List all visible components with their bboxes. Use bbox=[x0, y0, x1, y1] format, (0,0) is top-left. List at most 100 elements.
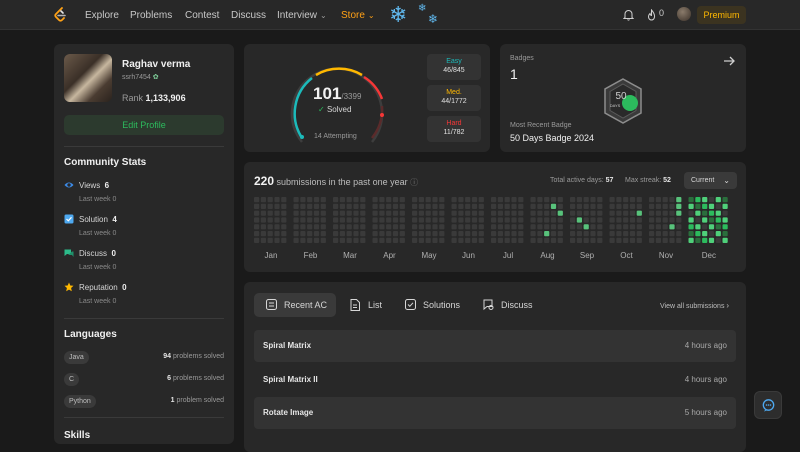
heatmap-cell[interactable] bbox=[300, 224, 306, 230]
heatmap-cell[interactable] bbox=[281, 197, 287, 203]
heatmap-cell[interactable] bbox=[458, 224, 464, 230]
heatmap-cell[interactable] bbox=[432, 217, 438, 223]
heatmap-cell[interactable] bbox=[465, 217, 471, 223]
heatmap-cell[interactable] bbox=[360, 224, 366, 230]
edit-profile-button[interactable]: Edit Profile bbox=[64, 115, 224, 135]
heatmap-cell[interactable] bbox=[550, 237, 557, 243]
heatmap-cell[interactable] bbox=[695, 237, 701, 243]
heatmap-cell[interactable] bbox=[346, 197, 352, 203]
heatmap-cell[interactable] bbox=[511, 217, 517, 223]
heatmap-cell[interactable] bbox=[590, 217, 596, 223]
heatmap-cell[interactable] bbox=[399, 197, 405, 203]
tab-list[interactable]: List bbox=[338, 293, 388, 317]
heatmap-cell[interactable] bbox=[544, 210, 550, 216]
heatmap-cell[interactable] bbox=[360, 217, 366, 223]
feedback-chat-button[interactable] bbox=[754, 391, 782, 419]
heatmap-cell[interactable] bbox=[623, 224, 629, 230]
heatmap-cell[interactable] bbox=[715, 224, 721, 230]
heatmap-cell[interactable] bbox=[260, 210, 266, 216]
heatmap-cell[interactable] bbox=[504, 203, 510, 209]
heatmap-cell[interactable] bbox=[649, 203, 655, 209]
heatmap-cell[interactable] bbox=[274, 210, 280, 216]
heatmap-cell[interactable] bbox=[655, 217, 661, 223]
heatmap-cell[interactable] bbox=[293, 237, 299, 243]
heatmap-cell[interactable] bbox=[708, 224, 715, 230]
heatmap-cell[interactable] bbox=[695, 197, 701, 203]
heatmap-cell[interactable] bbox=[339, 231, 345, 237]
heatmap-cell[interactable] bbox=[702, 237, 708, 243]
heatmap-cell[interactable] bbox=[372, 203, 378, 209]
heatmap-cell[interactable] bbox=[636, 203, 642, 209]
heatmap-cell[interactable] bbox=[267, 217, 273, 223]
heatmap-cell[interactable] bbox=[708, 237, 715, 243]
heatmap-cell[interactable] bbox=[590, 231, 596, 237]
heatmap-cell[interactable] bbox=[530, 231, 536, 237]
heatmap-cell[interactable] bbox=[669, 217, 675, 223]
heatmap-cell[interactable] bbox=[451, 210, 457, 216]
heatmap-cell[interactable] bbox=[708, 217, 715, 223]
heatmap-cell[interactable] bbox=[609, 217, 615, 223]
heatmap-cell[interactable] bbox=[254, 197, 260, 203]
heatmap-cell[interactable] bbox=[274, 217, 280, 223]
heatmap-cell[interactable] bbox=[418, 197, 424, 203]
heatmap-cell[interactable] bbox=[260, 203, 266, 209]
heatmap-cell[interactable] bbox=[491, 217, 497, 223]
heatmap-cell[interactable] bbox=[636, 231, 642, 237]
heatmap-cell[interactable] bbox=[550, 224, 557, 230]
heatmap-cell[interactable] bbox=[260, 197, 266, 203]
heatmap-cell[interactable] bbox=[399, 217, 405, 223]
arrow-right-icon[interactable] bbox=[723, 55, 736, 67]
heatmap-cell[interactable] bbox=[544, 237, 550, 243]
heatmap-cell[interactable] bbox=[386, 231, 392, 237]
heatmap-cell[interactable] bbox=[511, 197, 517, 203]
heatmap-cell[interactable] bbox=[609, 237, 615, 243]
heatmap-cell[interactable] bbox=[557, 197, 563, 203]
heatmap-cell[interactable] bbox=[629, 203, 636, 209]
heatmap-cell[interactable] bbox=[333, 231, 339, 237]
heatmap-cell[interactable] bbox=[504, 224, 510, 230]
heatmap-cell[interactable] bbox=[715, 217, 721, 223]
heatmap-cell[interactable] bbox=[688, 203, 694, 209]
heatmap-cell[interactable] bbox=[307, 197, 313, 203]
heatmap-cell[interactable] bbox=[715, 203, 721, 209]
heatmap-cell[interactable] bbox=[432, 197, 438, 203]
heatmap-cell[interactable] bbox=[722, 210, 728, 216]
heatmap-cell[interactable] bbox=[432, 203, 438, 209]
heatmap-cell[interactable] bbox=[676, 217, 682, 223]
heatmap-cell[interactable] bbox=[386, 224, 392, 230]
heatmap-cell[interactable] bbox=[392, 224, 399, 230]
heatmap-cell[interactable] bbox=[293, 231, 299, 237]
heatmap-cell[interactable] bbox=[281, 217, 287, 223]
heatmap-cell[interactable] bbox=[300, 231, 306, 237]
heatmap-cell[interactable] bbox=[333, 203, 339, 209]
heatmap-cell[interactable] bbox=[609, 231, 615, 237]
heatmap-cell[interactable] bbox=[530, 237, 536, 243]
heatmap-cell[interactable] bbox=[465, 210, 471, 216]
heatmap-cell[interactable] bbox=[722, 197, 728, 203]
heatmap-cell[interactable] bbox=[557, 210, 563, 216]
heatmap-cell[interactable] bbox=[439, 197, 445, 203]
heatmap-cell[interactable] bbox=[662, 197, 668, 203]
heatmap-cell[interactable] bbox=[583, 210, 589, 216]
heatmap-cell[interactable] bbox=[518, 224, 524, 230]
heatmap-cell[interactable] bbox=[379, 237, 385, 243]
heatmap-cell[interactable] bbox=[497, 217, 503, 223]
recent-badge-name[interactable]: 50 Days Badge 2024 bbox=[510, 133, 594, 143]
heatmap-cell[interactable] bbox=[583, 224, 589, 230]
nav-explore[interactable]: Explore bbox=[85, 10, 119, 21]
heatmap-cell[interactable] bbox=[655, 197, 661, 203]
heatmap-cell[interactable] bbox=[353, 210, 359, 216]
heatmap-cell[interactable] bbox=[471, 210, 478, 216]
heatmap-cell[interactable] bbox=[597, 224, 603, 230]
submission-row[interactable]: Spiral Matrix 4 hours ago bbox=[254, 330, 736, 362]
heatmap-cell[interactable] bbox=[313, 210, 320, 216]
heatmap-cell[interactable] bbox=[425, 210, 431, 216]
heatmap-cell[interactable] bbox=[649, 217, 655, 223]
heatmap-cell[interactable] bbox=[629, 217, 636, 223]
heatmap-cell[interactable] bbox=[518, 210, 524, 216]
heatmap-cell[interactable] bbox=[293, 217, 299, 223]
heatmap-cell[interactable] bbox=[392, 237, 399, 243]
heatmap-cell[interactable] bbox=[392, 203, 399, 209]
heatmap-cell[interactable] bbox=[267, 237, 273, 243]
heatmap-cell[interactable] bbox=[281, 237, 287, 243]
